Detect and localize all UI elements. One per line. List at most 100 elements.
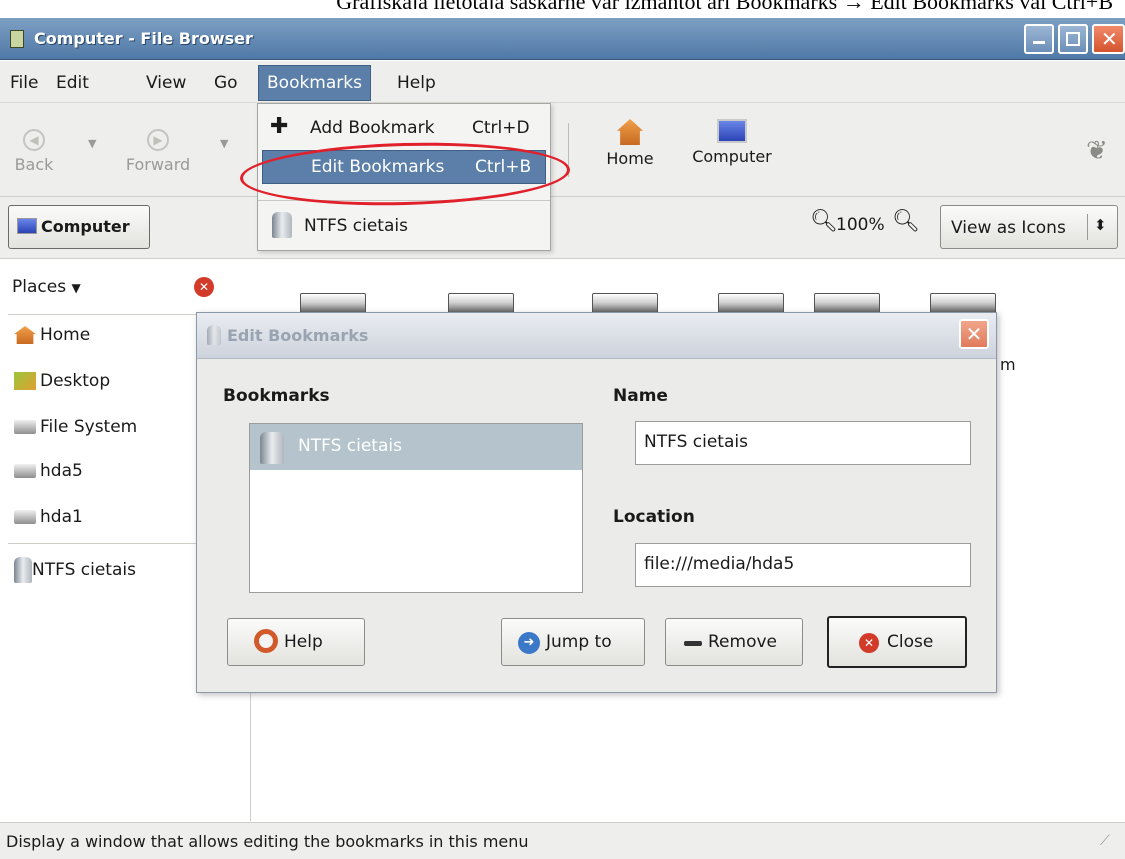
computer-path-label: Computer xyxy=(41,217,130,236)
sidebar-item-ntfs[interactable]: NTFS cietais xyxy=(14,557,136,589)
zoom-in-icon[interactable]: 🔍︎ xyxy=(892,209,920,234)
forward-label: Forward xyxy=(125,155,191,174)
back-label: Back xyxy=(14,155,54,174)
file-label: m xyxy=(1000,355,1016,374)
bookmark-folder-icon xyxy=(14,557,32,583)
places-dropdown[interactable]: Places ▼ xyxy=(12,277,81,297)
help-label: Help xyxy=(284,632,323,652)
computer-path-button[interactable]: Computer xyxy=(8,205,150,249)
add-bookmark-label: Add Bookmark xyxy=(310,118,435,138)
sidebar-item-hda5[interactable]: hda5 xyxy=(14,461,83,485)
places-label: Places xyxy=(12,277,67,297)
jump-to-button[interactable]: ➜ Jump to xyxy=(501,618,645,666)
location-label: Location xyxy=(613,507,695,527)
window-titlebar: Computer - File Browser ✕ xyxy=(0,18,1125,60)
minus-icon xyxy=(684,641,702,646)
remove-label: Remove xyxy=(708,632,777,652)
edit-bookmarks-dialog: Edit Bookmarks ✕ Bookmarks NTFS cietais … xyxy=(196,312,997,693)
sidebar-item-hda1[interactable]: hda1 xyxy=(14,507,83,531)
sidebar-item-label: Desktop xyxy=(40,371,111,391)
back-button[interactable]: ◀ Back xyxy=(4,129,64,174)
computer-label: Computer xyxy=(692,147,772,166)
plus-icon: ✚ xyxy=(270,114,289,139)
minimize-button[interactable] xyxy=(1024,24,1054,54)
menu-edit[interactable]: Edit xyxy=(56,73,89,93)
home-icon xyxy=(617,119,643,145)
sidebar-item-file-system[interactable]: File System xyxy=(14,417,137,441)
close-label: Close xyxy=(887,632,934,652)
forward-button[interactable]: ▶ Forward xyxy=(116,129,200,174)
menu-view[interactable]: View xyxy=(146,73,186,93)
sidebar-item-label: hda1 xyxy=(40,507,83,527)
window-title: Computer - File Browser xyxy=(34,29,253,48)
window-close-button[interactable]: ✕ xyxy=(1092,24,1125,54)
bookmark-folder-icon xyxy=(260,432,284,464)
forward-history-chevron-icon[interactable]: ▼ xyxy=(220,137,228,150)
computer-small-icon xyxy=(17,218,37,234)
location-field[interactable]: file:///media/hda5 xyxy=(635,543,971,587)
drive-icon xyxy=(14,420,36,434)
gnome-foot-icon: ❦ xyxy=(1086,136,1108,166)
bookmark-folder-icon xyxy=(272,212,292,238)
close-sidebar-icon[interactable]: ✕ xyxy=(194,277,214,297)
add-bookmark-shortcut: Ctrl+D xyxy=(472,118,530,138)
view-mode-label: View as Icons xyxy=(951,218,1066,238)
spin-arrows-icon: ⬍ xyxy=(1094,216,1107,234)
status-bar: Display a window that allows editing the… xyxy=(0,822,1125,859)
dialog-title: Edit Bookmarks xyxy=(227,326,369,345)
close-icon: ✕ xyxy=(1101,27,1118,51)
menu-help[interactable]: Help xyxy=(397,73,436,93)
caption-text: Grafiskajā lietotāja saskarnē var izmant… xyxy=(0,0,1125,9)
home-button[interactable]: Home xyxy=(600,119,660,168)
menu-go[interactable]: Go xyxy=(214,73,238,93)
sidebar-item-label: Home xyxy=(40,325,91,345)
dialog-titlebar: Edit Bookmarks ✕ xyxy=(197,313,996,359)
bookmarks-list-row-selected[interactable]: NTFS cietais xyxy=(250,424,582,470)
sidebar-item-home[interactable]: Home xyxy=(14,325,90,349)
bookmark-ntfs-label: NTFS cietais xyxy=(304,216,408,236)
view-mode-select[interactable]: View as Icons ⬍ xyxy=(940,205,1118,249)
forward-arrow-icon: ▶ xyxy=(147,129,169,151)
computer-icon xyxy=(717,119,747,143)
close-icon: ✕ xyxy=(859,633,879,653)
menubar: File Edit View Go Bookmarks Help xyxy=(0,61,1125,103)
maximize-button[interactable] xyxy=(1058,24,1088,54)
sidebar-header: Places ▼ ✕ xyxy=(8,261,251,315)
toolbar: ◀ Back ▼ ▶ Forward ▼ Home Computer ❦ xyxy=(0,103,1125,197)
zoom-level[interactable]: 100% xyxy=(836,215,885,235)
remove-button[interactable]: Remove xyxy=(665,618,803,666)
bookmark-ntfs-item[interactable]: NTFS cietais xyxy=(264,210,544,244)
bookmarks-list-label: Bookmarks xyxy=(223,386,330,406)
lifebuoy-icon xyxy=(254,629,278,653)
desktop-icon xyxy=(14,372,36,390)
sidebar-item-label: File System xyxy=(40,417,138,437)
menu-file[interactable]: File xyxy=(10,73,38,93)
view-mode-divider xyxy=(1087,214,1088,240)
bookmarks-list[interactable]: NTFS cietais xyxy=(249,423,583,593)
bookmark-row-label: NTFS cietais xyxy=(298,436,402,456)
app-icon xyxy=(10,30,24,48)
dialog-close-icon[interactable]: ✕ xyxy=(959,319,989,349)
jump-to-label: Jump to xyxy=(546,632,612,652)
zoom-out-icon[interactable]: 🔍︎ xyxy=(810,209,838,234)
computer-button[interactable]: Computer xyxy=(684,119,780,166)
sidebar-item-label: hda5 xyxy=(40,461,83,481)
status-text: Display a window that allows editing the… xyxy=(6,832,529,851)
name-label: Name xyxy=(613,386,668,406)
location-bar: Computer 🔍︎ 100% 🔍︎ View as Icons ⬍ xyxy=(0,197,1125,259)
add-bookmark-item[interactable]: ✚ Add Bookmark Ctrl+D xyxy=(264,112,544,146)
menu-bookmarks[interactable]: Bookmarks xyxy=(258,65,371,101)
name-field[interactable]: NTFS cietais xyxy=(635,421,971,465)
drive-icon xyxy=(14,510,36,524)
sidebar-item-desktop[interactable]: Desktop xyxy=(14,371,110,395)
arrow-right-icon: ➜ xyxy=(518,632,540,654)
home-icon xyxy=(14,326,36,344)
help-button[interactable]: Help xyxy=(227,618,365,666)
drive-icon xyxy=(14,464,36,478)
back-arrow-icon: ◀ xyxy=(23,129,45,151)
back-history-chevron-icon[interactable]: ▼ xyxy=(88,137,96,150)
places-chevron-down-icon: ▼ xyxy=(71,281,81,295)
home-label: Home xyxy=(606,149,654,168)
resize-grip-icon[interactable]: ⟋ xyxy=(1100,833,1110,849)
close-button[interactable]: ✕ Close xyxy=(827,616,967,668)
